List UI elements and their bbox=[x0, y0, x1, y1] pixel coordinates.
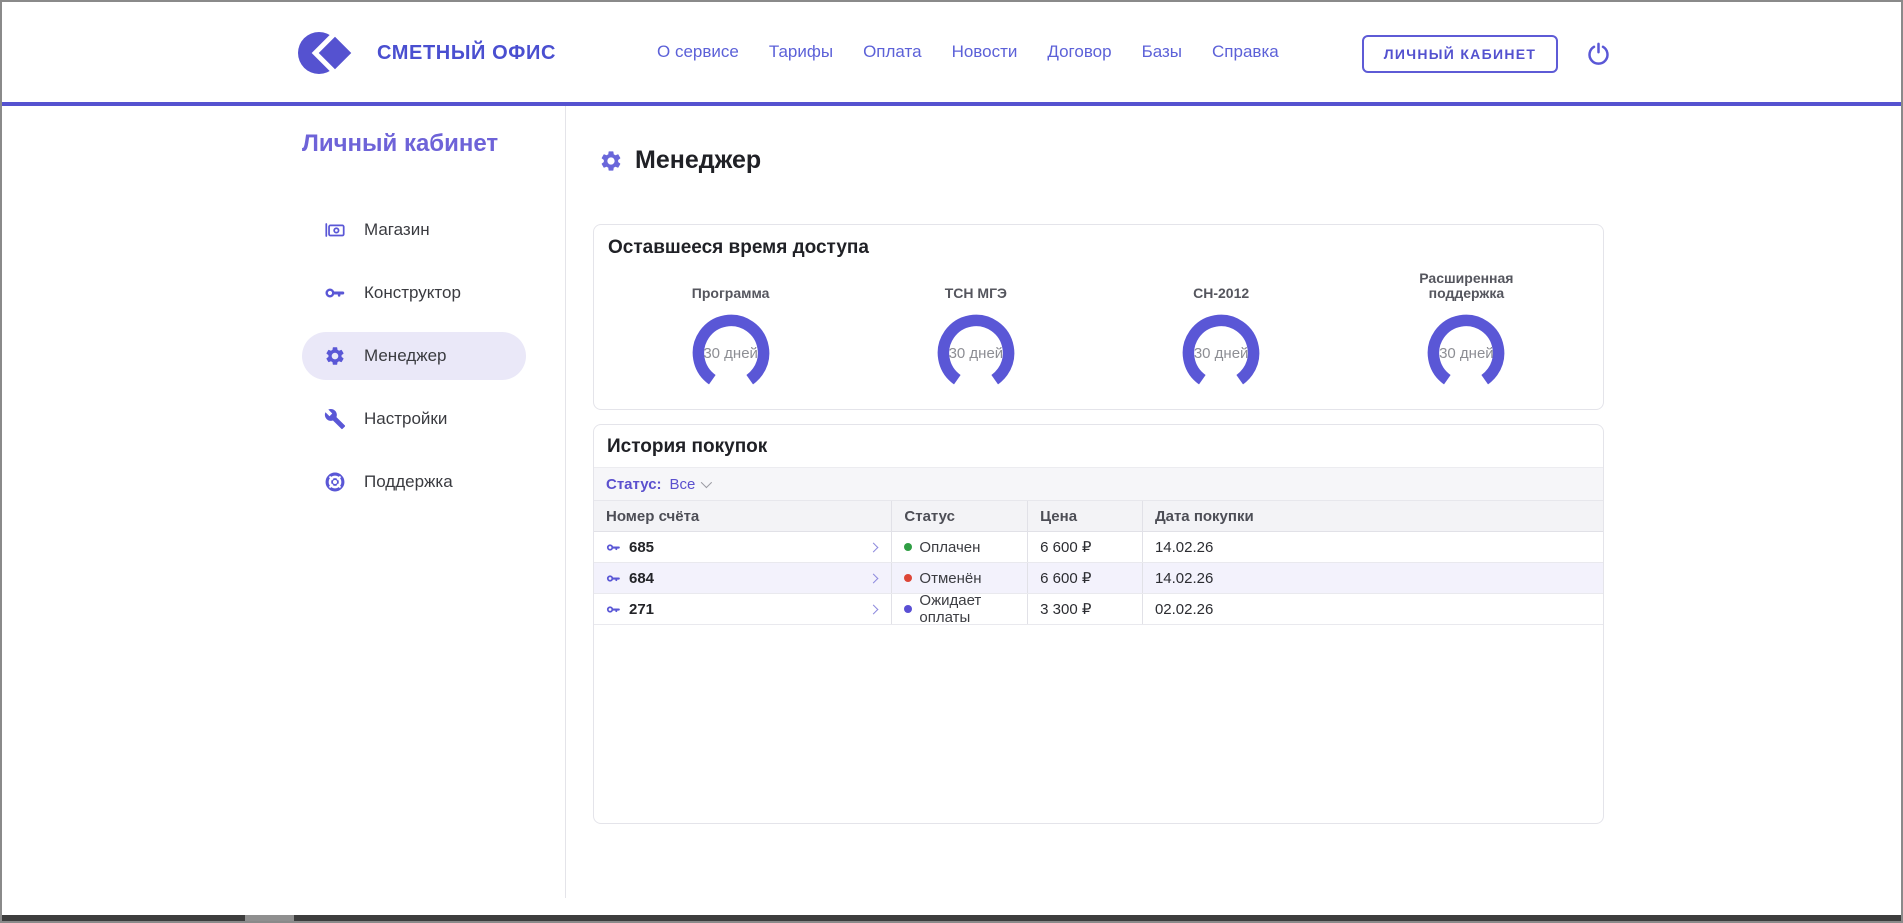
table-row[interactable]: 684 Отменён 6 600 ₽ 14.02.26 bbox=[594, 563, 1603, 594]
sidebar-item-constructor[interactable]: Конструктор bbox=[302, 269, 526, 317]
access-time-card: Оставшееся время доступа Программа 30 дн… bbox=[593, 224, 1604, 410]
key-icon bbox=[606, 571, 621, 586]
gauge-label: Расширенная поддержка bbox=[1419, 263, 1513, 301]
access-card-title: Оставшееся время доступа bbox=[608, 237, 1589, 259]
price-cell: 6 600 ₽ bbox=[1028, 532, 1143, 562]
invoice-number: 684 bbox=[629, 570, 654, 587]
col-header-price: Цена bbox=[1028, 501, 1143, 531]
key-icon bbox=[606, 540, 621, 555]
sidebar-item-settings[interactable]: Настройки bbox=[302, 395, 526, 443]
status-filter-label: Статус: bbox=[606, 476, 662, 493]
invoice-cell[interactable]: 684 bbox=[594, 563, 892, 593]
page-title: Менеджер bbox=[635, 146, 761, 175]
nav-about[interactable]: О сервисе bbox=[657, 42, 739, 62]
gauges-row: Программа 30 дней ТСН МГЭ 30 дне bbox=[608, 263, 1589, 399]
wrench-icon bbox=[324, 408, 346, 430]
gauge-label: ТСН МГЭ bbox=[945, 263, 1007, 301]
status-filter-value: Все bbox=[670, 476, 696, 493]
nav-payment[interactable]: Оплата bbox=[863, 42, 921, 62]
status-dot bbox=[904, 574, 912, 582]
key-icon bbox=[606, 602, 621, 617]
table-header-row: Номер счёта Статус Цена Дата покупки bbox=[594, 501, 1603, 532]
sidebar-item-label: Поддержка bbox=[364, 472, 453, 492]
chevron-right-icon bbox=[869, 604, 879, 614]
logo-text: СМЕТНЫЙ ОФИС bbox=[377, 42, 556, 65]
gauge-value: 30 дней bbox=[1420, 307, 1512, 399]
banknote-icon bbox=[324, 219, 346, 241]
gauge-sn-2012: СН-2012 30 дней bbox=[1099, 263, 1344, 399]
price-cell: 3 300 ₽ bbox=[1028, 594, 1143, 624]
table-row[interactable]: 271 Ожидает оплаты 3 300 ₽ 02.02.26 bbox=[594, 594, 1603, 625]
sidebar-divider bbox=[565, 106, 566, 898]
invoice-number: 271 bbox=[629, 601, 654, 618]
status-dot bbox=[904, 543, 912, 551]
purchase-history-card: История покупок Статус: Все Номер счёта … bbox=[593, 424, 1604, 824]
gauge-value: 30 дней bbox=[930, 307, 1022, 399]
gauge-label: Программа bbox=[692, 263, 770, 301]
nav-tariffs[interactable]: Тарифы bbox=[769, 42, 833, 62]
gauge-tsn-mge: ТСН МГЭ 30 дней bbox=[853, 263, 1098, 399]
nav-bases[interactable]: Базы bbox=[1142, 42, 1182, 62]
sidebar-item-label: Менеджер bbox=[364, 346, 446, 366]
invoice-number: 685 bbox=[629, 539, 654, 556]
account-button[interactable]: ЛИЧНЫЙ КАБИНЕТ bbox=[1362, 35, 1558, 73]
page-title-row: Менеджер bbox=[599, 146, 1604, 175]
nav-help[interactable]: Справка bbox=[1212, 42, 1279, 62]
table-row[interactable]: 685 Оплачен 6 600 ₽ 14.02.26 bbox=[594, 532, 1603, 563]
date-cell: 14.02.26 bbox=[1143, 532, 1603, 562]
app-window: СМЕТНЫЙ ОФИС О сервисе Тарифы Оплата Нов… bbox=[0, 0, 1903, 923]
gauge-extended-support: Расширенная поддержка 30 дней bbox=[1344, 263, 1589, 399]
lifebuoy-icon bbox=[324, 471, 346, 493]
gauge-program: Программа 30 дней bbox=[608, 263, 853, 399]
gauge-value: 30 дней bbox=[1175, 307, 1267, 399]
invoice-cell[interactable]: 271 bbox=[594, 594, 892, 624]
sidebar-item-label: Магазин bbox=[364, 220, 430, 240]
nav-contract[interactable]: Договор bbox=[1047, 42, 1111, 62]
status-cell: Отменён bbox=[892, 563, 1028, 593]
status-cell: Оплачен bbox=[892, 532, 1028, 562]
sidebar-item-manager[interactable]: Менеджер bbox=[302, 332, 526, 380]
status-dot bbox=[904, 605, 912, 613]
status-text: Ожидает оплаты bbox=[919, 592, 1027, 626]
status-text: Отменён bbox=[919, 570, 981, 587]
chevron-down-icon bbox=[701, 477, 712, 488]
logo-icon bbox=[297, 30, 359, 76]
chevron-right-icon bbox=[869, 573, 879, 583]
gauge-label: СН-2012 bbox=[1193, 263, 1249, 301]
gauge-value: 30 дней bbox=[685, 307, 777, 399]
sidebar-item-label: Конструктор bbox=[364, 283, 461, 303]
sidebar: Личный кабинет Магазин Конструктор bbox=[302, 130, 526, 521]
nav-news[interactable]: Новости bbox=[952, 42, 1018, 62]
logout-power-icon[interactable] bbox=[1585, 41, 1612, 68]
col-header-invoice: Номер счёта bbox=[594, 501, 892, 531]
invoice-cell[interactable]: 685 bbox=[594, 532, 892, 562]
sidebar-item-support[interactable]: Поддержка bbox=[302, 458, 526, 506]
price-cell: 6 600 ₽ bbox=[1028, 563, 1143, 593]
main-nav: О сервисе Тарифы Оплата Новости Договор … bbox=[657, 2, 1279, 102]
gear-icon bbox=[599, 149, 623, 173]
sidebar-title: Личный кабинет bbox=[302, 130, 526, 158]
col-header-date: Дата покупки bbox=[1143, 501, 1603, 531]
col-header-status: Статус bbox=[892, 501, 1028, 531]
date-cell: 02.02.26 bbox=[1143, 594, 1603, 624]
status-filter-row: Статус: Все bbox=[594, 468, 1603, 501]
status-filter-dropdown[interactable]: Все bbox=[670, 476, 710, 493]
horizontal-scrollbar[interactable] bbox=[2, 915, 1901, 921]
logo[interactable]: СМЕТНЫЙ ОФИС bbox=[297, 30, 556, 76]
chevron-right-icon bbox=[869, 542, 879, 552]
purchases-card-title: История покупок bbox=[594, 425, 1603, 468]
date-cell: 14.02.26 bbox=[1143, 563, 1603, 593]
main-content: Менеджер Оставшееся время доступа Програ… bbox=[593, 106, 1604, 175]
gear-icon bbox=[324, 345, 346, 367]
sidebar-item-shop[interactable]: Магазин bbox=[302, 206, 526, 254]
sidebar-item-label: Настройки bbox=[364, 409, 447, 429]
top-header: СМЕТНЫЙ ОФИС О сервисе Тарифы Оплата Нов… bbox=[2, 2, 1901, 102]
status-text: Оплачен bbox=[919, 539, 980, 556]
scrollbar-thumb[interactable] bbox=[245, 915, 294, 921]
status-cell: Ожидает оплаты bbox=[892, 594, 1028, 624]
key-icon bbox=[324, 282, 346, 304]
